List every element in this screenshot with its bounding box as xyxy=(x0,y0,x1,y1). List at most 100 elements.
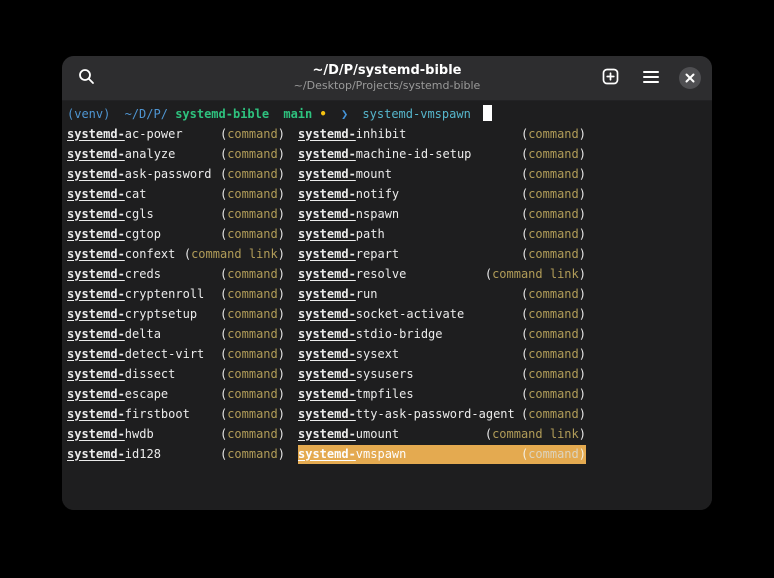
completion-row: systemd-cgls(command)systemd-nspawn(comm… xyxy=(67,204,707,224)
completion-description: (command) xyxy=(220,385,285,404)
completion-item: systemd-tmpfiles (command) xyxy=(298,385,586,404)
completion-row: systemd-confext(command link)systemd-rep… xyxy=(67,244,707,264)
search-icon xyxy=(78,68,95,88)
completion-suffix: cryptenroll xyxy=(125,287,204,301)
completion-suffix: repart xyxy=(356,247,399,261)
completion-item: systemd-path(command) xyxy=(298,225,586,244)
completion-suffix: path xyxy=(356,227,385,241)
completion-command-name: systemd-hwdb xyxy=(67,425,154,444)
git-dirty-marker: • xyxy=(319,107,326,121)
completion-item: systemd-nspawn(command) xyxy=(298,205,586,224)
completion-item: systemd-repart(command) xyxy=(298,245,586,264)
completion-item: systemd-ac-power (command) xyxy=(67,125,285,144)
completion-row: systemd-creds(command)systemd-resolve(co… xyxy=(67,264,707,284)
completion-matched-prefix: systemd- xyxy=(298,367,356,381)
completion-suffix: detect-virt xyxy=(125,347,204,361)
completion-item: systemd-sysusers (command) xyxy=(298,365,586,384)
completion-suffix: cryptsetup xyxy=(125,307,197,321)
close-button[interactable] xyxy=(679,67,701,89)
completion-matched-prefix: systemd- xyxy=(67,207,125,221)
completion-item: systemd-run(command) xyxy=(298,285,586,304)
completion-item: systemd-dissect(command) xyxy=(67,365,285,384)
completion-matched-prefix: systemd- xyxy=(298,447,356,461)
terminal-screen[interactable]: (venv) ~/D/P/ systemd-bible main • ❯ sys… xyxy=(62,101,712,510)
completion-suffix: cgls xyxy=(125,207,154,221)
completion-description: (command) xyxy=(220,265,285,284)
completion-item: systemd-notify(command) xyxy=(298,185,586,204)
completion-description: (command) xyxy=(220,125,285,144)
completion-description: (command) xyxy=(521,385,586,404)
completion-description: (command link) xyxy=(485,265,586,284)
completion-description: (command) xyxy=(521,365,586,384)
completion-description: (command) xyxy=(220,185,285,204)
completion-item: systemd-socket-activate(command) xyxy=(298,305,586,324)
completion-item: systemd-firstboot(command) xyxy=(67,405,285,424)
completion-description: (command) xyxy=(521,185,586,204)
completion-command-name: systemd-creds xyxy=(67,265,161,284)
completion-command-name: systemd-sysusers xyxy=(298,365,414,384)
completion-row: systemd-cgtop (command) systemd-path(comma… xyxy=(67,224,707,244)
completion-command-name: systemd-inhibit xyxy=(298,125,406,144)
completion-command-name: systemd-cgtop xyxy=(67,225,161,244)
completion-suffix: tmpfiles xyxy=(356,387,414,401)
completion-row: systemd-ac-power (command) systemd-inhibit… xyxy=(67,124,707,144)
completion-matched-prefix: systemd- xyxy=(67,427,125,441)
completion-description: (command) xyxy=(521,345,586,364)
completion-command-name: systemd-id128 xyxy=(67,445,161,464)
prompt-line: (venv) ~/D/P/ systemd-bible main • ❯ sys… xyxy=(67,104,707,124)
completion-description: (command link) xyxy=(485,425,586,444)
completion-row: systemd-firstboot(command)systemd-tty-as… xyxy=(67,404,707,424)
completion-matched-prefix: systemd- xyxy=(67,447,125,461)
completion-command-name: systemd-dissect xyxy=(67,365,175,384)
completion-item: systemd-creds (command) xyxy=(67,265,285,284)
completion-suffix: machine-id-setup xyxy=(356,147,472,161)
completion-item: systemd-ask-password(command) xyxy=(67,165,285,184)
close-icon xyxy=(685,71,695,86)
completion-description: (command) xyxy=(220,445,285,464)
completion-command-name: systemd-escape xyxy=(67,385,168,404)
completion-row: systemd-delta(command)systemd-stdio-brid… xyxy=(67,324,707,344)
search-button[interactable] xyxy=(73,65,99,91)
completion-command-name: systemd-cryptenroll xyxy=(67,285,204,304)
git-branch: main xyxy=(283,107,312,121)
titlebar: ~/D/P/systemd-bible ~/Desktop/Projects/s… xyxy=(62,56,712,101)
completion-command-name: systemd-sysext xyxy=(298,345,399,364)
completion-command-name: systemd-run xyxy=(298,285,377,304)
completion-row: systemd-ask-password(command) systemd-mou… xyxy=(67,164,707,184)
completion-command-name: systemd-repart xyxy=(298,245,399,264)
new-tab-icon xyxy=(602,68,619,88)
completion-suffix: mount xyxy=(356,167,392,181)
completion-command-name: systemd-delta xyxy=(67,325,161,344)
completion-suffix: umount xyxy=(356,427,399,441)
completion-matched-prefix: systemd- xyxy=(67,367,125,381)
completion-matched-prefix: systemd- xyxy=(298,387,356,401)
completion-item: systemd-hwdb(command) xyxy=(67,425,285,444)
completion-matched-prefix: systemd- xyxy=(67,307,125,321)
completion-description: (command) xyxy=(220,225,285,244)
completion-item: systemd-id128 (command) xyxy=(67,445,285,464)
completion-item: systemd-cat (command) xyxy=(67,185,285,204)
completion-description: (command) xyxy=(220,145,285,164)
completion-command-name: systemd-ac-power xyxy=(67,125,183,144)
menu-button[interactable] xyxy=(638,65,664,91)
completion-suffix: stdio-bridge xyxy=(356,327,443,341)
completion-matched-prefix: systemd- xyxy=(67,147,125,161)
completion-suffix: creds xyxy=(125,267,161,281)
completion-command-name: systemd-umount xyxy=(298,425,399,444)
completion-matched-prefix: systemd- xyxy=(67,347,125,361)
new-tab-button[interactable] xyxy=(597,65,623,91)
completion-suffix: escape xyxy=(125,387,168,401)
prompt-repo: systemd-bible xyxy=(175,107,269,121)
completion-suffix: cat xyxy=(125,187,147,201)
completion-matched-prefix: systemd- xyxy=(67,287,125,301)
completion-suffix: socket-activate xyxy=(356,307,464,321)
completion-item: systemd-escape (command) xyxy=(67,385,285,404)
completion-command-name: systemd-cat xyxy=(67,185,146,204)
completion-command-name: systemd-firstboot xyxy=(67,405,190,424)
terminal-cursor xyxy=(483,105,492,121)
completion-matched-prefix: systemd- xyxy=(298,227,356,241)
completion-suffix: hwdb xyxy=(125,427,154,441)
completion-suffix: vmspawn xyxy=(356,447,407,461)
completion-matched-prefix: systemd- xyxy=(67,387,125,401)
completion-command-name: systemd-mount xyxy=(298,165,392,184)
